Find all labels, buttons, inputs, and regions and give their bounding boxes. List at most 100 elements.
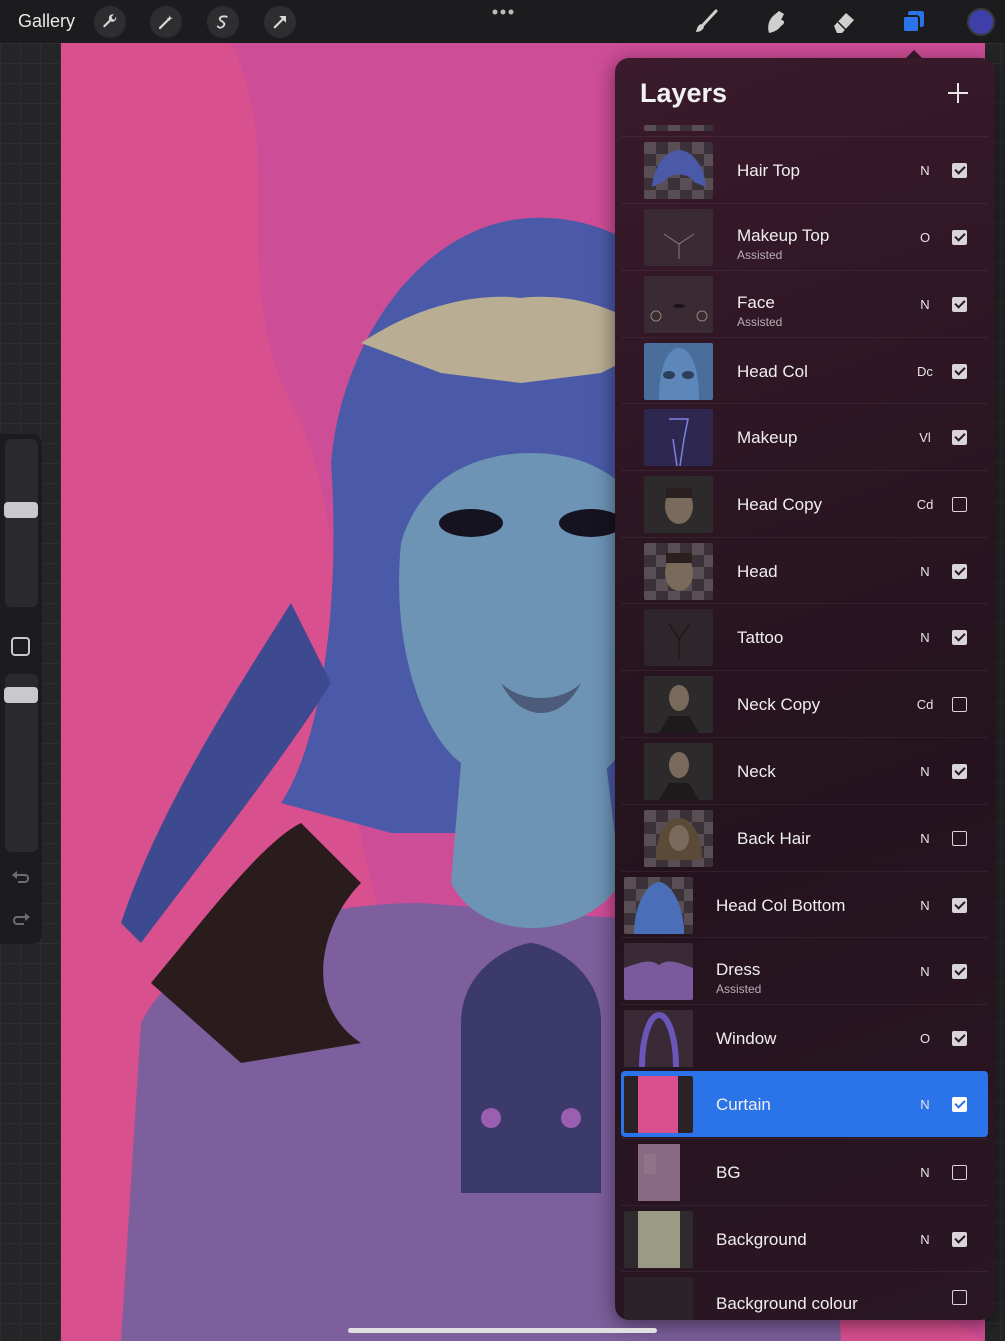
layer-visibility-checkbox[interactable]	[952, 1031, 967, 1046]
gallery-button[interactable]: Gallery	[18, 11, 75, 32]
blend-mode-button[interactable]: N	[910, 898, 940, 913]
selection-icon[interactable]	[207, 6, 239, 38]
layer-row[interactable]: Neck N	[621, 737, 988, 803]
layer-visibility-checkbox[interactable]	[952, 964, 967, 979]
layer-thumbnail[interactable]	[644, 476, 713, 533]
layer-row[interactable]: Head Copy Cd	[621, 470, 988, 536]
modify-button[interactable]	[11, 637, 30, 656]
layer-name: Face	[737, 293, 775, 312]
layer-name: Neck	[737, 762, 776, 781]
blend-mode-button[interactable]: N	[910, 564, 940, 579]
blend-mode-button[interactable]: N	[910, 1097, 940, 1112]
blend-mode-button[interactable]: O	[910, 1031, 940, 1046]
layer-thumbnail[interactable]	[644, 810, 713, 867]
layer-name: Head Col	[737, 362, 808, 381]
layer-subtitle: Assisted	[737, 248, 783, 262]
layer-thumbnail[interactable]	[644, 276, 713, 333]
layer-row[interactable]: Head Col Bottom N	[621, 871, 988, 937]
layer-name: Tattoo	[737, 628, 784, 647]
layer-visibility-checkbox[interactable]	[952, 163, 967, 178]
layer-row[interactable]: Tattoo N	[621, 603, 988, 669]
layer-thumbnail[interactable]	[624, 943, 693, 1000]
brush-size-slider[interactable]	[5, 439, 38, 607]
blend-mode-button[interactable]: N	[910, 764, 940, 779]
layer-visibility-checkbox[interactable]	[952, 1165, 967, 1180]
color-picker-swatch[interactable]	[967, 8, 995, 36]
layer-name: Head Copy	[737, 495, 823, 514]
layer-visibility-checkbox[interactable]	[952, 764, 967, 779]
layer-row[interactable]: Makeup Top Assisted O	[621, 203, 988, 269]
magic-wand-icon[interactable]	[150, 6, 182, 38]
blend-mode-button[interactable]: N	[910, 831, 940, 846]
layer-thumbnail[interactable]	[644, 743, 713, 800]
more-options-icon[interactable]	[491, 8, 515, 16]
plus-icon[interactable]	[945, 80, 971, 106]
layer-row[interactable]: BG N	[621, 1138, 988, 1204]
layer-thumbnail[interactable]	[644, 543, 713, 600]
blend-mode-button[interactable]: O	[910, 230, 940, 245]
layer-thumbnail[interactable]	[644, 142, 713, 199]
blend-mode-button[interactable]: Dc	[910, 364, 940, 379]
layer-row[interactable]: Window O	[621, 1004, 988, 1070]
layer-visibility-checkbox[interactable]	[952, 831, 967, 846]
layer-name: Window	[716, 1029, 777, 1048]
blend-mode-button[interactable]: N	[910, 1165, 940, 1180]
layer-thumbnail[interactable]	[644, 676, 713, 733]
blend-mode-button[interactable]: N	[910, 163, 940, 178]
layer-visibility-checkbox[interactable]	[952, 564, 967, 579]
layer-visibility-checkbox[interactable]	[952, 898, 967, 913]
blend-mode-button[interactable]: N	[910, 630, 940, 645]
blend-mode-button[interactable]: N	[910, 1232, 940, 1247]
layer-thumbnail[interactable]	[624, 1010, 693, 1067]
eraser-icon[interactable]	[828, 6, 860, 38]
brush-size-slider-thumb[interactable]	[4, 502, 38, 518]
layer-row[interactable]: Background N	[621, 1205, 988, 1271]
layer-row[interactable]: Dress Assisted N	[621, 937, 988, 1003]
blend-mode-button[interactable]: Cd	[910, 697, 940, 712]
layer-row[interactable]: Hair Top N	[621, 136, 988, 202]
layers-icon[interactable]	[897, 6, 929, 38]
layer-name: BG	[716, 1163, 741, 1182]
blend-mode-button[interactable]: Vl	[910, 430, 940, 445]
wrench-icon[interactable]	[94, 6, 126, 38]
layer-visibility-checkbox[interactable]	[952, 430, 967, 445]
layer-visibility-checkbox[interactable]	[952, 230, 967, 245]
blend-mode-button[interactable]: N	[910, 964, 940, 979]
layer-thumbnail[interactable]	[624, 1144, 693, 1201]
layer-visibility-checkbox[interactable]	[952, 1097, 967, 1112]
layer-row[interactable]: Head N	[621, 537, 988, 603]
redo-icon[interactable]	[10, 908, 32, 930]
layers-panel-title: Layers	[640, 78, 728, 108]
opacity-slider-thumb[interactable]	[4, 687, 38, 703]
layer-row[interactable]: Curtain N	[621, 1071, 988, 1137]
layer-thumbnail[interactable]	[644, 209, 713, 266]
layer-thumbnail[interactable]	[624, 1076, 693, 1133]
transform-arrow-icon[interactable]	[264, 6, 296, 38]
layer-visibility-checkbox[interactable]	[952, 364, 967, 379]
layer-subtitle: Assisted	[716, 982, 762, 996]
layer-row[interactable]: Neck Copy Cd	[621, 670, 988, 736]
layer-thumbnail[interactable]	[644, 409, 713, 466]
layer-visibility-checkbox[interactable]	[952, 297, 967, 312]
top-toolbar: Gallery	[0, 0, 1005, 43]
layer-visibility-checkbox[interactable]	[952, 1232, 967, 1247]
brush-icon[interactable]	[690, 6, 722, 38]
smudge-icon[interactable]	[759, 6, 791, 38]
blend-mode-button[interactable]: N	[910, 297, 940, 312]
layer-visibility-checkbox[interactable]	[952, 630, 967, 645]
layer-row[interactable]: Head Col Dc	[621, 337, 988, 403]
blend-mode-button[interactable]: Cd	[910, 497, 940, 512]
layer-row[interactable]: Background colour	[621, 1271, 988, 1320]
layer-thumbnail[interactable]	[624, 1211, 693, 1268]
layer-visibility-checkbox[interactable]	[952, 497, 967, 512]
layer-thumbnail[interactable]	[624, 1277, 693, 1320]
undo-icon[interactable]	[10, 866, 32, 888]
layer-visibility-checkbox[interactable]	[952, 697, 967, 712]
layer-visibility-checkbox[interactable]	[952, 1290, 967, 1305]
layer-row[interactable]: Back Hair N	[621, 804, 988, 870]
layer-thumbnail[interactable]	[644, 343, 713, 400]
layer-thumbnail[interactable]	[624, 877, 693, 934]
layer-row[interactable]: Face Assisted N	[621, 270, 988, 336]
layer-row[interactable]: Makeup Vl	[621, 403, 988, 469]
layer-thumbnail[interactable]	[644, 609, 713, 666]
